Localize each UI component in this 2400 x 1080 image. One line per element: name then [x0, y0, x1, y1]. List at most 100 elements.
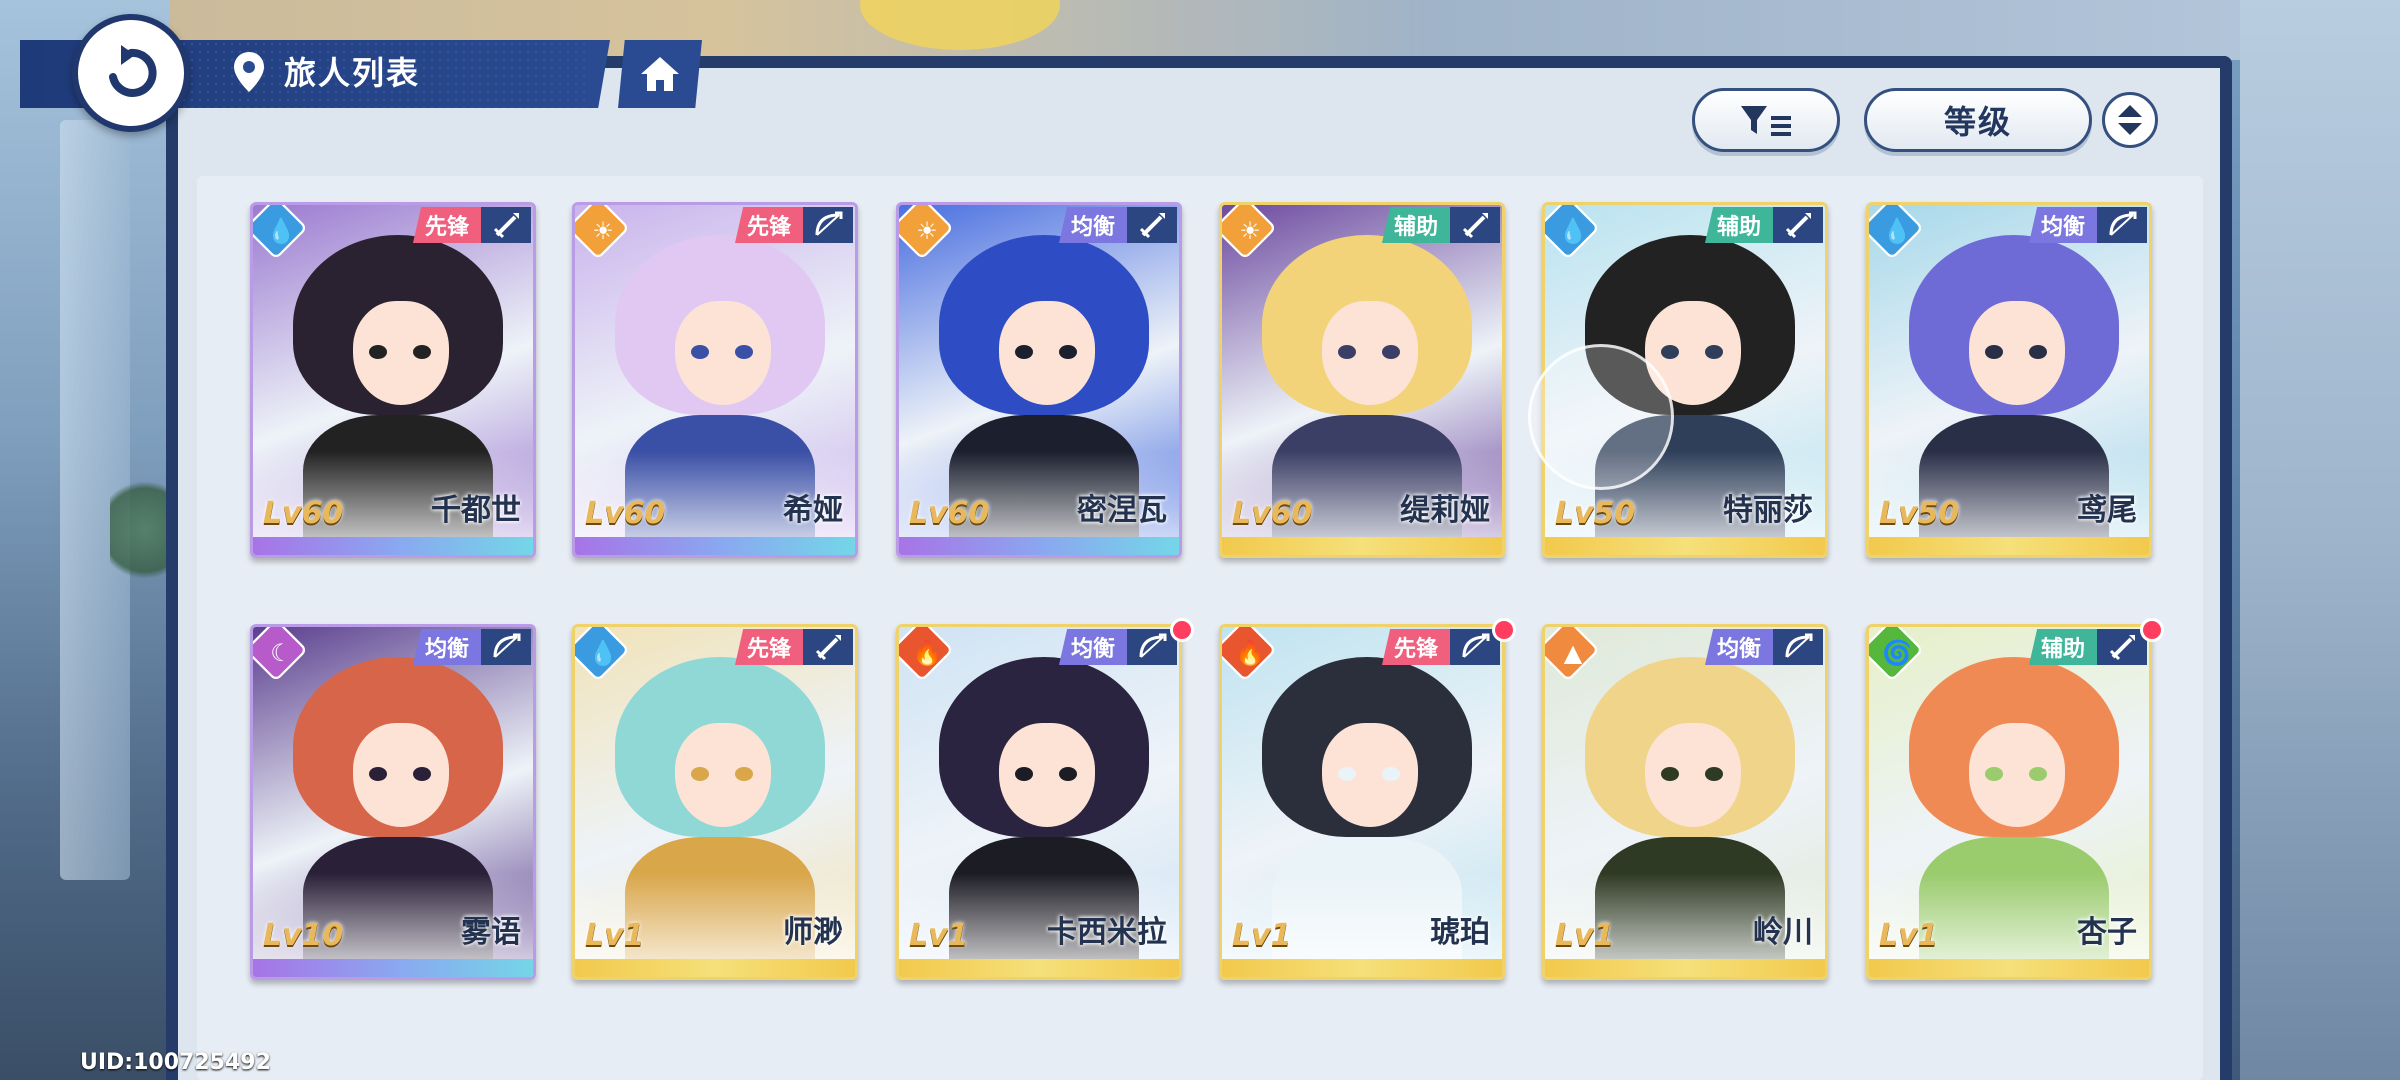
wind-element-icon: 🌀: [1882, 639, 1912, 667]
character-name: 特丽莎: [1723, 493, 1813, 528]
character-name: 千都世: [431, 493, 521, 528]
filter-button[interactable]: [1692, 88, 1840, 152]
bow-weapon-icon: [2097, 207, 2147, 243]
level-label: Lv1: [1879, 918, 1939, 953]
level-label: Lv1: [1232, 918, 1292, 953]
rarity-strip: [899, 537, 1179, 555]
sword-weapon-icon: [803, 629, 853, 665]
new-badge-dot: [1170, 618, 1194, 642]
rarity-strip: [1869, 959, 2149, 977]
role-tag: 均衡: [1058, 207, 1127, 243]
portrait-eye: [1705, 345, 1723, 359]
new-badge-dot: [1492, 618, 1516, 642]
portrait-eye: [413, 767, 431, 781]
level-label: Lv1: [909, 918, 969, 953]
rarity-strip: [1545, 537, 1825, 555]
level-label: Lv1: [1555, 918, 1615, 953]
portrait-face: [999, 301, 1095, 405]
portrait-eye: [1338, 767, 1356, 781]
traveler-card[interactable]: ☀ 辅助 Lv60 缇莉娅: [1219, 202, 1505, 558]
portrait-eye: [1059, 767, 1077, 781]
character-name: 希娅: [783, 493, 843, 528]
portrait-face: [1645, 723, 1741, 827]
role-tag: 辅助: [1381, 207, 1450, 243]
sort-order-icon: [2118, 105, 2142, 135]
rarity-strip: [1869, 537, 2149, 555]
earth-element-icon: ▲: [1563, 639, 1583, 667]
bow-weapon-icon: [481, 629, 531, 665]
portrait-eye: [1661, 767, 1679, 781]
rarity-strip: [253, 537, 533, 555]
user-id: UID:100725492: [80, 1050, 271, 1075]
home-icon: [641, 57, 679, 91]
traveler-card[interactable]: 💧 均衡 Lv50 鸢尾: [1866, 202, 2152, 558]
role-tag: 先锋: [1381, 629, 1450, 665]
level-label: Lv1: [585, 918, 645, 953]
traveler-card[interactable]: 🌀 辅助 Lv1 杏子: [1866, 624, 2152, 980]
sort-order-button[interactable]: [2102, 92, 2158, 148]
traveler-card[interactable]: ☾ 均衡 Lv10 雾语: [250, 624, 536, 980]
portrait-eye: [1705, 767, 1723, 781]
background-right-wall: [2240, 0, 2400, 1080]
portrait-face: [1969, 723, 2065, 827]
portrait-eye: [735, 345, 753, 359]
portrait-eye: [1015, 345, 1033, 359]
traveler-card[interactable]: 🔥 均衡 Lv1 卡西米拉: [896, 624, 1182, 980]
portrait-face: [1322, 301, 1418, 405]
portrait-eye: [691, 767, 709, 781]
level-label: Lv60: [909, 496, 990, 531]
rarity-strip: [253, 959, 533, 977]
rarity-strip: [575, 959, 855, 977]
back-button[interactable]: [72, 14, 190, 132]
rarity-strip: [1222, 537, 1502, 555]
level-label: Lv10: [263, 918, 344, 953]
traveler-card[interactable]: ☀ 均衡 Lv60 密涅瓦: [896, 202, 1182, 558]
portrait-face: [1969, 301, 2065, 405]
portrait-face: [353, 723, 449, 827]
home-button[interactable]: [618, 40, 702, 108]
sword-weapon-icon: [2097, 629, 2147, 665]
traveler-card[interactable]: 🔥 先锋 Lv1 琥珀: [1219, 624, 1505, 980]
rarity-strip: [575, 537, 855, 555]
traveler-card[interactable]: ▲ 均衡 Lv1 岭川: [1542, 624, 1828, 980]
portrait-eye: [1382, 767, 1400, 781]
traveler-card[interactable]: 💧 先锋 Lv60 千都世: [250, 202, 536, 558]
sword-weapon-icon: [1127, 207, 1177, 243]
touch-indicator: [1528, 344, 1674, 490]
traveler-card[interactable]: 💧 先锋 Lv1 师渺: [572, 624, 858, 980]
traveler-card[interactable]: ☀ 先锋 Lv60 希娅: [572, 202, 858, 558]
level-label: Lv60: [585, 496, 666, 531]
level-label: Lv60: [1232, 496, 1313, 531]
portrait-face: [353, 301, 449, 405]
character-name: 雾语: [461, 915, 521, 950]
portrait-eye: [1059, 345, 1077, 359]
bow-weapon-icon: [803, 207, 853, 243]
portrait-face: [1322, 723, 1418, 827]
new-badge-dot: [2140, 618, 2164, 642]
role-tag: 先锋: [734, 629, 803, 665]
sort-field-button[interactable]: 等级: [1864, 88, 2092, 152]
character-name: 卡西米拉: [1047, 915, 1167, 950]
water-element-icon: 💧: [588, 639, 618, 667]
bow-weapon-icon: [1773, 629, 1823, 665]
portrait-eye: [369, 767, 387, 781]
portrait-face: [999, 723, 1095, 827]
portrait-eye: [2029, 767, 2047, 781]
character-name: 杏子: [2077, 915, 2137, 950]
sword-weapon-icon: [481, 207, 531, 243]
portrait-face: [675, 723, 771, 827]
sun-element-icon: ☀: [592, 217, 614, 245]
portrait-eye: [1338, 345, 1356, 359]
level-label: Lv50: [1555, 496, 1636, 531]
character-name: 鸢尾: [2077, 493, 2137, 528]
portrait-face: [675, 301, 771, 405]
character-name: 琥珀: [1430, 915, 1490, 950]
sun-element-icon: ☀: [1239, 217, 1261, 245]
sword-weapon-icon: [1450, 207, 1500, 243]
character-name: 密涅瓦: [1077, 493, 1167, 528]
portrait-eye: [369, 345, 387, 359]
filter-icon: [1741, 106, 1791, 136]
sword-weapon-icon: [1773, 207, 1823, 243]
portrait-eye: [735, 767, 753, 781]
portrait-eye: [1985, 767, 2003, 781]
